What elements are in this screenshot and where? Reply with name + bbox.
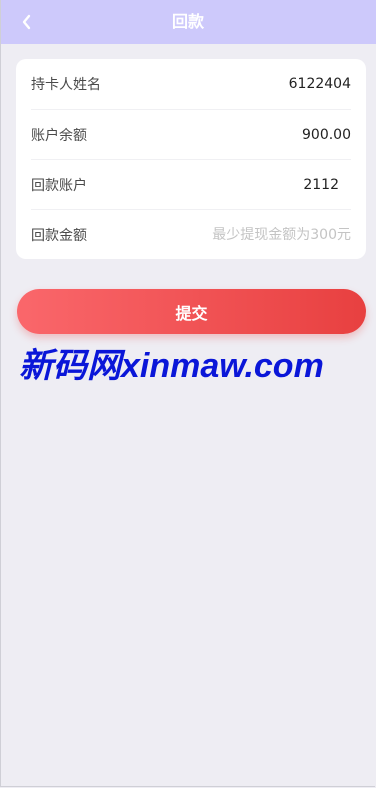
repayment-form-card: 持卡人姓名 6122404 账户余额 900.00 回款账户 2112 回款金额 (16, 59, 366, 259)
cardholder-name-row: 持卡人姓名 6122404 (31, 59, 351, 109)
app-header: 回款 (0, 0, 376, 44)
submit-button[interactable]: 提交 (17, 289, 366, 334)
cardholder-name-value: 6122404 (288, 76, 351, 92)
cardholder-name-label: 持卡人姓名 (31, 77, 101, 93)
repayment-account-label: 回款账户 (31, 178, 87, 194)
page-title: 回款 (171, 12, 204, 31)
account-balance-row: 账户余额 900.00 (31, 109, 351, 160)
repayment-account-value: 2112 (303, 177, 339, 193)
account-balance-value: 900.00 (302, 127, 351, 143)
repayment-amount-input[interactable] (161, 227, 351, 243)
watermark-text: 新码网xinmaw.com (19, 347, 324, 385)
repayment-amount-row: 回款金额 (31, 209, 351, 260)
repayment-amount-label: 回款金额 (31, 228, 87, 244)
repayment-account-row: 回款账户 2112 (31, 159, 351, 210)
account-balance-label: 账户余额 (31, 128, 87, 144)
